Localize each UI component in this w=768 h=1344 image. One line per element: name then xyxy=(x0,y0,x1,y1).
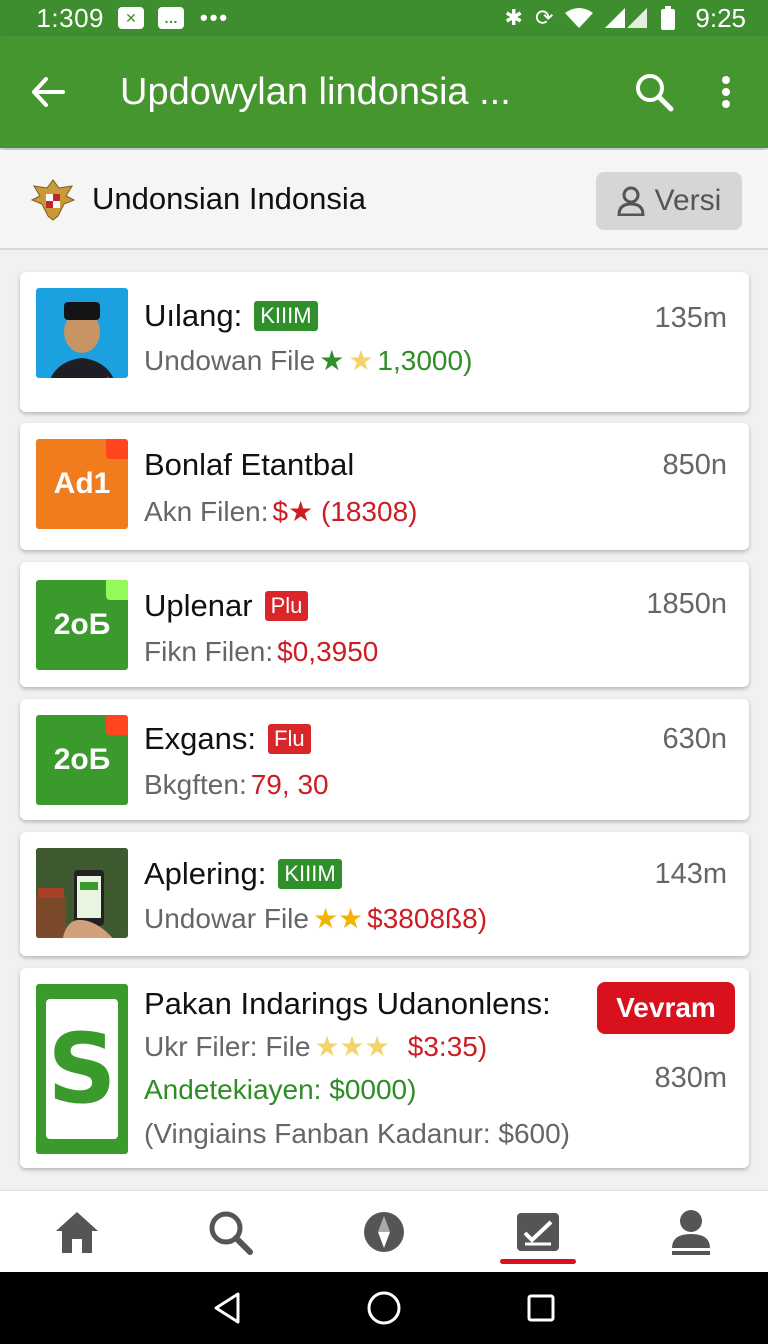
close-notification-icon: ✕ xyxy=(118,7,144,29)
list-item[interactable]: S Pakan Indarings Udanonlens: Vevram Ukr… xyxy=(20,968,749,1168)
item-detail: Bkgften: 79, 30 xyxy=(144,769,329,800)
user-icon xyxy=(617,186,645,216)
star-icon: ★ xyxy=(319,345,345,376)
page-title: Updowylan lindonsia ... xyxy=(120,70,511,113)
item-detail: Undowan File ★ ★ 1,3000) xyxy=(144,344,473,377)
sync-icon: ⟳ xyxy=(534,5,554,30)
more-options-button[interactable] xyxy=(684,75,768,109)
app-tile-icon: 2oБ xyxy=(36,715,128,805)
item-name: Bonlaf Etantbal xyxy=(144,447,355,482)
item-detail-secondary: Andetekiayen: $0000) xyxy=(144,1074,417,1105)
system-navigation-bar xyxy=(0,1272,768,1344)
list-item[interactable]: 2oБ Uplenar Plu Fikn Filen: $0,3950 1850… xyxy=(20,562,749,687)
section-title: Undonsian Indonsia xyxy=(92,181,367,216)
arrow-left-icon xyxy=(32,77,65,107)
version-button-label: Versi xyxy=(654,184,722,217)
active-tab-indicator xyxy=(499,1259,576,1264)
nav-explore[interactable] xyxy=(307,1191,461,1272)
recents-square-icon[interactable] xyxy=(526,1293,556,1323)
back-triangle-icon[interactable] xyxy=(212,1291,242,1325)
more-notifications-icon: ••• xyxy=(200,5,230,30)
item-detail: Fikn Filen: $0,3950 xyxy=(144,636,379,667)
item-size: 1850n xyxy=(646,588,727,620)
wifi-icon xyxy=(565,8,594,28)
item-detail: Akn Filen: $★ (18308) xyxy=(144,495,418,528)
status-time: 1:309 xyxy=(36,2,104,33)
item-name: Uılang: KIIIM xyxy=(144,298,318,334)
item-size: 830m xyxy=(654,1062,727,1094)
item-name: Uplenar Plu xyxy=(144,588,309,624)
nav-home[interactable] xyxy=(0,1191,154,1272)
star-icon: ★★★ xyxy=(314,1031,390,1062)
item-badge: KIIIM xyxy=(278,859,342,889)
status-clock: 9:25 xyxy=(695,2,746,33)
app-bar: Updowylan lindonsia ... xyxy=(0,36,768,148)
search-button[interactable] xyxy=(624,72,684,112)
item-name: Pakan Indarings Udanonlens: xyxy=(144,986,551,1021)
item-size: 143m xyxy=(654,858,727,890)
signal-icon xyxy=(605,8,648,28)
back-button[interactable] xyxy=(0,77,96,107)
bottom-navigation xyxy=(0,1190,768,1272)
checklist-icon xyxy=(516,1212,559,1251)
home-icon xyxy=(55,1211,98,1253)
star-icon: ★★ xyxy=(312,903,364,934)
nav-profile[interactable] xyxy=(614,1191,768,1272)
version-button[interactable]: Versi xyxy=(596,172,742,230)
app-tile-icon: 2oБ xyxy=(36,580,128,670)
item-name: Exgans: Flu xyxy=(144,721,311,757)
app-tile-icon: Ad1 xyxy=(36,439,128,529)
list-item[interactable]: Ad1 Bonlaf Etantbal Akn Filen: $★ (18308… xyxy=(20,423,749,550)
profile-icon xyxy=(672,1209,711,1255)
item-size: 630n xyxy=(662,723,727,755)
item-photo xyxy=(36,848,128,938)
list-item[interactable]: Uılang: KIIIM Undowan File ★ ★ 1,3000) 13… xyxy=(20,272,749,412)
list-item[interactable]: 2oБ Exgans: Flu Bkgften: 79, 30 630n xyxy=(20,699,749,820)
item-badge: KIIIM xyxy=(254,301,318,331)
compass-icon xyxy=(363,1211,404,1252)
item-size: 135m xyxy=(654,302,727,334)
nav-search[interactable] xyxy=(154,1191,308,1272)
star-icon: ★ xyxy=(348,345,374,376)
item-name: Aplering: KIIIM xyxy=(144,856,342,892)
item-detail: Ukr Filer: File ★★★ $3:35) xyxy=(144,1030,488,1063)
section-header: Undonsian Indonsia Versi xyxy=(0,150,768,250)
item-size: 850n xyxy=(662,449,727,481)
vevram-button[interactable]: Vevram xyxy=(597,982,735,1034)
nav-tasks[interactable] xyxy=(461,1191,615,1272)
item-detail: Undowar File ★★ $3808ß8) xyxy=(144,902,488,935)
item-photo xyxy=(36,288,128,378)
item-badge: Plu xyxy=(264,591,309,621)
search-icon xyxy=(209,1211,254,1255)
search-icon xyxy=(636,74,674,112)
message-notification-icon: … xyxy=(158,7,184,29)
home-circle-icon[interactable] xyxy=(366,1290,402,1326)
item-detail-tertiary: (Vingiains Fanban Kadanur: $600) xyxy=(144,1118,571,1149)
battery-icon xyxy=(661,6,676,30)
list-item[interactable]: Aplering: KIIIM Undowar File ★★ $3808ß8)… xyxy=(20,832,749,956)
item-badge: Flu xyxy=(268,724,311,754)
status-bar: 1:309 ✕ … ••• ✱ ⟳ 9:25 xyxy=(0,0,768,36)
garuda-emblem-icon xyxy=(30,179,76,221)
app-tile-icon: S xyxy=(36,984,128,1154)
bluetooth-icon: ✱ xyxy=(504,5,523,30)
more-vertical-icon xyxy=(722,76,730,108)
